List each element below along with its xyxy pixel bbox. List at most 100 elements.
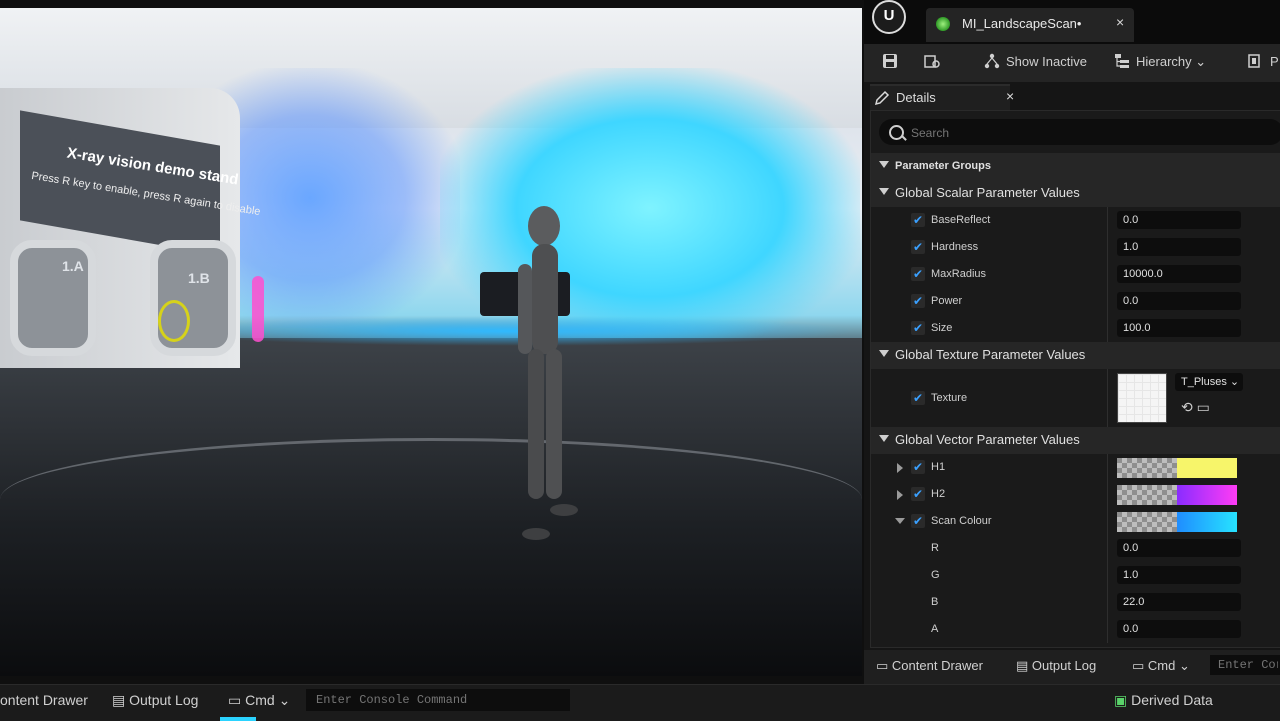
- hierarchy-button[interactable]: Hierarchy ⌄: [1114, 53, 1206, 70]
- column-divider: [1107, 562, 1108, 589]
- output-log-button[interactable]: ▤ Output Log: [112, 692, 198, 709]
- collapse-arrow-icon[interactable]: [895, 518, 905, 524]
- cmd-label: Cmd: [245, 692, 275, 708]
- scalar-value-field[interactable]: 0.0: [1117, 292, 1241, 310]
- hierarchy-icon: [1115, 54, 1129, 68]
- color-swatch[interactable]: [1117, 485, 1237, 505]
- scalar-group-label: Global Scalar Parameter Values: [895, 185, 1080, 200]
- override-checkbox[interactable]: ✔: [911, 213, 925, 227]
- asset-tab[interactable]: MI_LandscapeScan• ×: [926, 8, 1134, 42]
- details-close-icon[interactable]: ×: [1006, 88, 1014, 104]
- editor-tab-bar: U MI_LandscapeScan• ×: [864, 0, 1280, 44]
- floor-cable: [0, 438, 862, 561]
- channel-name: B: [931, 596, 939, 608]
- browse-folder-icon[interactable]: ▭: [1197, 399, 1210, 415]
- override-checkbox[interactable]: ✔: [911, 321, 925, 335]
- override-checkbox[interactable]: ✔: [911, 487, 925, 501]
- scalar-value-field[interactable]: 0.0: [1117, 211, 1241, 229]
- editor-footer-bar: ▭ Content Drawer ▤ Output Log ▭ Cmd ⌄: [864, 650, 1280, 684]
- browse-folder-icon: [924, 55, 940, 68]
- color-swatch[interactable]: [1117, 458, 1237, 478]
- parameter-groups-header[interactable]: Parameter Groups: [871, 153, 1280, 180]
- derived-data-button[interactable]: ▣ Derived Data: [1114, 692, 1213, 709]
- vector-group-header[interactable]: Global Vector Parameter Values: [871, 427, 1280, 454]
- texture-group-header[interactable]: Global Texture Parameter Values: [871, 342, 1280, 369]
- channel-value-field[interactable]: 1.0: [1117, 566, 1241, 584]
- scalar-group-header[interactable]: Global Scalar Parameter Values: [871, 180, 1280, 207]
- unreal-logo-icon[interactable]: U: [872, 0, 906, 34]
- override-checkbox[interactable]: ✔: [911, 514, 925, 528]
- chevron-down-icon: ⌄: [278, 692, 291, 708]
- column-divider: [1107, 261, 1108, 288]
- scalar-value-field[interactable]: 10000.0: [1117, 265, 1241, 283]
- output-log-icon: ▤: [1016, 658, 1029, 673]
- override-checkbox[interactable]: ✔: [911, 460, 925, 474]
- asset-tab-close-icon[interactable]: ×: [1116, 14, 1124, 30]
- override-checkbox[interactable]: ✔: [911, 240, 925, 254]
- scalar-value: 0.0: [1123, 295, 1139, 307]
- column-divider: [1107, 315, 1108, 342]
- scalar-row-maxradius: ✔ MaxRadius 10000.0: [871, 261, 1280, 288]
- output-log-icon: ▤: [112, 692, 126, 708]
- scalar-row-size: ✔ Size 100.0: [871, 315, 1280, 342]
- vector-group-label: Global Vector Parameter Values: [895, 432, 1080, 447]
- channel-row-g: G 1.0: [871, 562, 1280, 589]
- param-name: Size: [931, 322, 953, 334]
- override-checkbox[interactable]: ✔: [911, 391, 925, 405]
- scalar-value-field[interactable]: 1.0: [1117, 238, 1241, 256]
- details-tab[interactable]: Details ×: [870, 84, 1014, 112]
- alpha-checker: [1117, 512, 1177, 532]
- texture-thumbnail[interactable]: [1117, 373, 1167, 423]
- channel-value-field[interactable]: 0.0: [1117, 539, 1241, 557]
- material-instance-icon: [936, 17, 950, 31]
- output-log-button[interactable]: ▤ Output Log: [1016, 658, 1096, 674]
- channel-row-a: A 0.0: [871, 616, 1280, 643]
- channel-value-field[interactable]: 22.0: [1117, 593, 1241, 611]
- content-drawer-label: Content Drawer: [891, 658, 983, 673]
- platforms-button[interactable]: P: [1248, 53, 1279, 69]
- show-inactive-button[interactable]: Show Inactive: [984, 53, 1087, 69]
- channel-row-b: B 22.0: [871, 589, 1280, 616]
- channel-row-r: R 0.0: [871, 535, 1280, 562]
- param-name: Scan Colour: [931, 515, 992, 527]
- content-drawer-icon: ▭: [876, 658, 889, 673]
- collapse-caret-icon: [879, 435, 889, 442]
- swatch-color: [1177, 485, 1237, 505]
- channel-name: G: [931, 569, 940, 581]
- scalar-value-field[interactable]: 100.0: [1117, 319, 1241, 337]
- hierarchy-label: Hierarchy: [1136, 54, 1192, 69]
- chevron-down-icon: ⌄: [1195, 54, 1207, 69]
- cmd-dropdown[interactable]: ▭ Cmd ⌄: [1132, 658, 1190, 674]
- expand-arrow-icon[interactable]: [897, 490, 903, 500]
- level-viewport[interactable]: X-ray vision demo stand Press R key to e…: [0, 8, 862, 676]
- override-checkbox[interactable]: ✔: [911, 294, 925, 308]
- save-button[interactable]: [882, 53, 904, 69]
- content-drawer-button[interactable]: ontent Drawer: [0, 692, 88, 708]
- console-command-input[interactable]: [306, 689, 570, 711]
- expand-arrow-icon[interactable]: [897, 463, 903, 473]
- scalar-row-hardness: ✔ Hardness 1.0: [871, 234, 1280, 261]
- vector-row-h2: ✔ H2: [871, 481, 1280, 508]
- cmd-dropdown[interactable]: ▭ Cmd ⌄: [228, 692, 290, 709]
- console-command-input[interactable]: [1210, 655, 1280, 675]
- param-name: Power: [931, 295, 963, 307]
- texture-asset-dropdown[interactable]: T_Pluses ⌄: [1175, 373, 1243, 391]
- channel-value-field[interactable]: 0.0: [1117, 620, 1241, 638]
- color-swatch[interactable]: [1117, 512, 1237, 532]
- texture-asset-name: T_Pluses: [1181, 376, 1227, 388]
- browse-button[interactable]: [924, 53, 946, 69]
- override-checkbox[interactable]: ✔: [911, 267, 925, 281]
- search-input[interactable]: [909, 122, 1273, 144]
- search-icon: [889, 125, 904, 140]
- collapse-caret-icon: [879, 350, 889, 357]
- asset-tab-title: MI_LandscapeScan•: [962, 16, 1082, 31]
- alcove-label: 1.A: [62, 258, 84, 274]
- chevron-down-icon: ⌄: [1229, 376, 1240, 388]
- derived-data-icon: ▣: [1114, 692, 1128, 708]
- reset-arrow-icon[interactable]: ⟲: [1181, 399, 1193, 415]
- param-name: Texture: [931, 392, 968, 404]
- scalar-value: 100.0: [1123, 322, 1151, 334]
- status-accent-bar: [220, 717, 256, 721]
- content-drawer-button[interactable]: ▭ Content Drawer: [876, 658, 983, 674]
- alpha-checker: [1117, 458, 1177, 478]
